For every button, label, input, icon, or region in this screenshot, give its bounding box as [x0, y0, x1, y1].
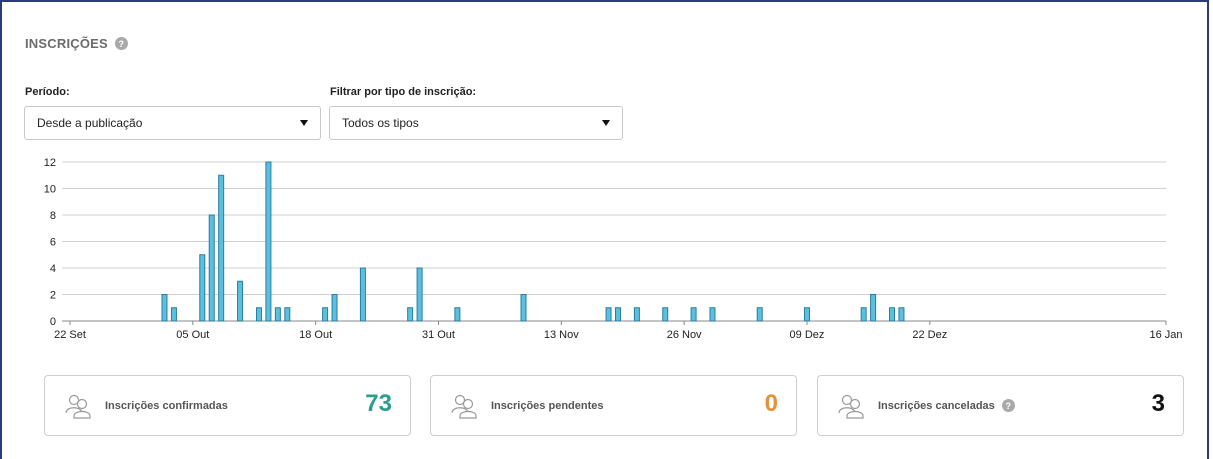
users-icon: [451, 394, 477, 419]
bar: [662, 307, 669, 322]
bar: [407, 307, 414, 322]
bar: [255, 307, 262, 322]
y-tick-label: 4: [50, 263, 56, 275]
card-pending-value: 0: [764, 390, 778, 417]
bar: [898, 307, 905, 322]
y-tick-label: 10: [44, 184, 56, 196]
bar: [860, 307, 867, 322]
bar: [331, 294, 338, 322]
x-tick-label: 05 Out: [176, 329, 209, 341]
bar: [359, 267, 366, 322]
caret-down-icon: [300, 120, 308, 126]
bar: [709, 307, 716, 322]
bar: [454, 307, 461, 322]
bar: [756, 307, 763, 322]
bar: [274, 307, 281, 322]
period-label: Período:: [25, 86, 70, 98]
x-tick-label: 18 Out: [299, 329, 332, 341]
card-cancelled-label-text: Inscrições canceladas: [878, 399, 995, 412]
bar: [416, 267, 423, 322]
section-title: INSCRIÇÕES ?: [25, 36, 128, 51]
bar: [161, 294, 168, 322]
bar: [690, 307, 697, 322]
x-tick-label: 22 Dez: [912, 329, 947, 341]
bar: [520, 294, 527, 322]
bar: [889, 307, 895, 322]
x-tick-label: 13 Nov: [544, 329, 579, 341]
users-icon: [65, 394, 91, 419]
card-pending: Inscrições pendentes 0: [430, 375, 797, 436]
registrations-chart: 0 2 4 6 8 10 12 22 Set 05 Out 18 Out 31 Out 13 Nov 2…: [44, 157, 1183, 341]
x-tick-label: 26 Nov: [667, 329, 702, 341]
bar: [803, 307, 810, 322]
period-select[interactable]: Desde a publicação: [24, 106, 321, 140]
x-tick-label: 09 Dez: [790, 329, 825, 341]
bar: [870, 294, 877, 322]
card-cancelled-label: Inscrições canceladas ?: [878, 399, 1015, 412]
x-tick-label: 31 Out: [422, 329, 455, 341]
card-cancelled-value: 3: [1151, 390, 1165, 417]
card-confirmed-value: 73: [365, 390, 392, 417]
users-icon: [838, 394, 864, 419]
bar: [605, 307, 612, 322]
bar: [170, 307, 177, 322]
bar: [218, 174, 225, 322]
bar: [265, 161, 272, 322]
caret-down-icon: [602, 120, 610, 126]
help-icon[interactable]: ?: [1001, 399, 1015, 412]
y-tick-label: 6: [50, 237, 56, 249]
card-cancelled: Inscrições canceladas ? 3: [817, 375, 1184, 436]
type-filter-select-value: Todos os tipos: [342, 116, 419, 130]
y-tick-label: 12: [44, 157, 56, 169]
bar: [633, 307, 640, 322]
title-text: INSCRIÇÕES: [25, 36, 108, 51]
y-tick-label: 2: [50, 290, 56, 302]
bar: [615, 307, 621, 322]
bar: [237, 280, 244, 322]
bar: [199, 254, 206, 322]
card-pending-label: Inscrições pendentes: [491, 399, 604, 412]
bar: [284, 307, 291, 322]
y-tick-label: 8: [50, 210, 56, 222]
x-tick-label: 22 Set: [54, 329, 86, 341]
x-tick-label: 16 Jan: [1149, 329, 1182, 341]
card-confirmed-label: Inscrições confirmadas: [105, 399, 228, 412]
help-icon[interactable]: ?: [114, 37, 128, 50]
card-confirmed: Inscrições confirmadas 73: [44, 375, 411, 436]
type-filter-label: Filtrar por tipo de inscrição:: [330, 86, 477, 98]
bar: [208, 214, 215, 322]
type-filter-select[interactable]: Todos os tipos: [329, 106, 623, 140]
period-select-value: Desde a publicação: [37, 116, 143, 130]
bar: [322, 307, 329, 322]
y-tick-label: 0: [50, 316, 56, 328]
